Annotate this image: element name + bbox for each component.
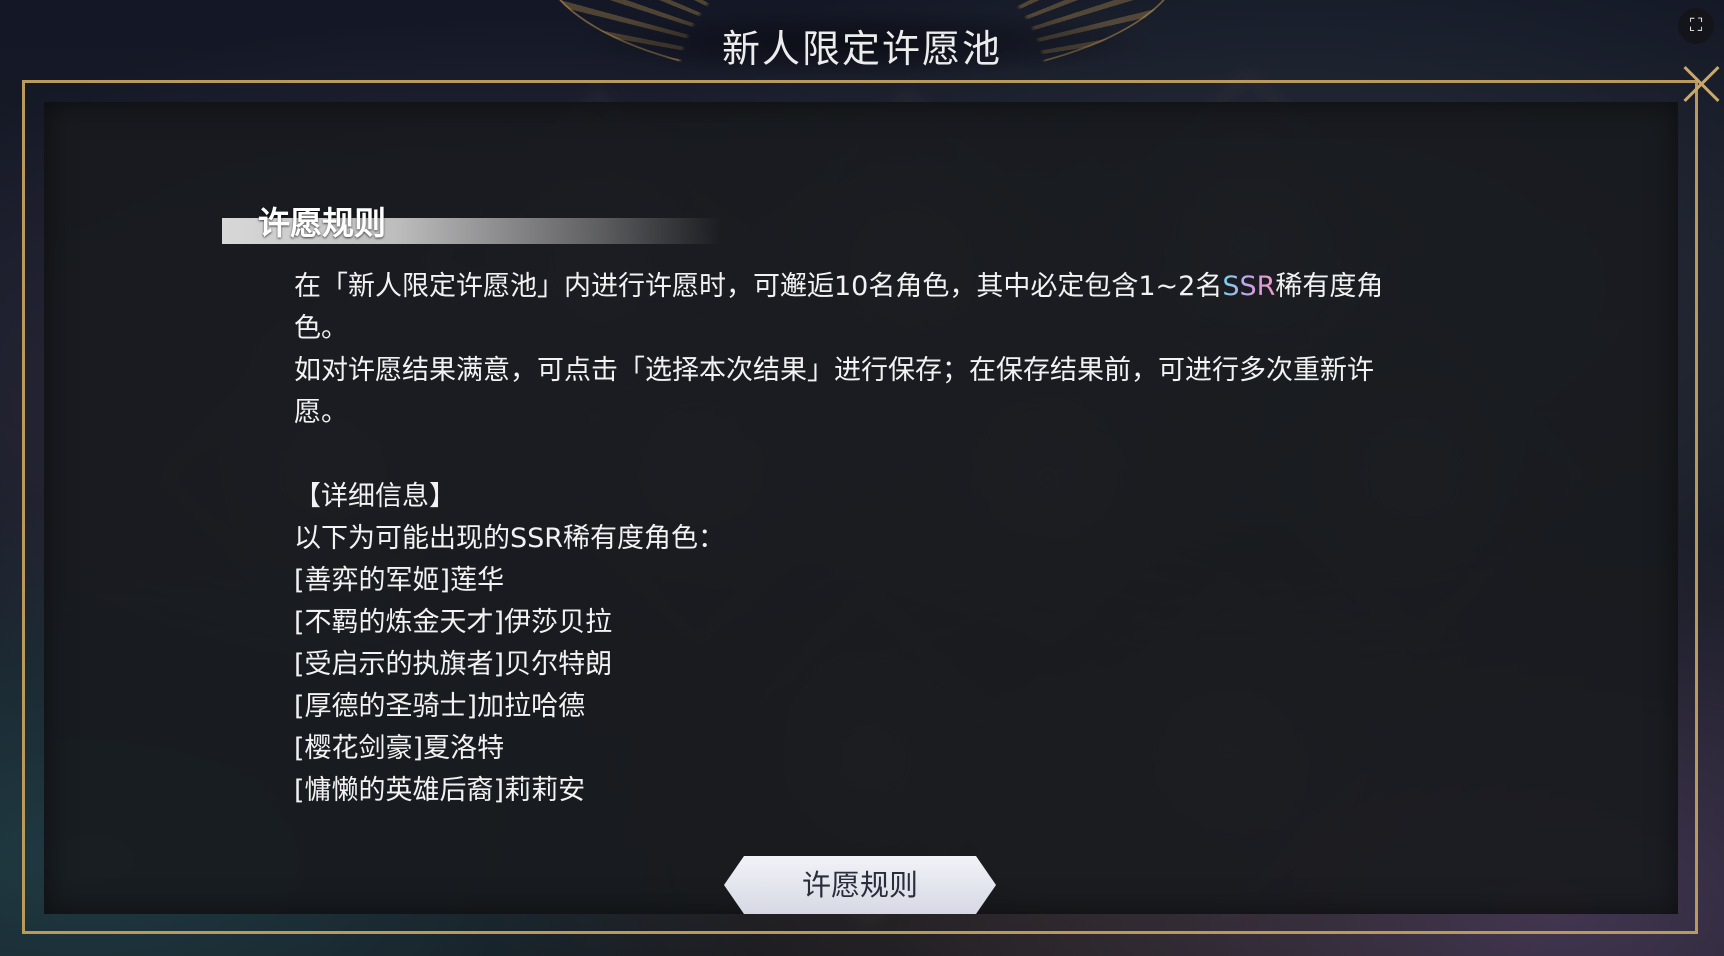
detail-intro: 以下为可能出现的SSR稀有度角色：	[294, 523, 726, 554]
rules-text: 在「新人限定许愿池」内进行许愿时，可邂逅10名角色，其中必定包含1~2名SSR稀…	[294, 266, 1404, 812]
rules-tab-button[interactable]: 许愿规则	[724, 856, 996, 914]
character-item: [慵懒的英雄后裔]莉莉安	[294, 775, 586, 806]
section-title: 许愿规则	[258, 204, 387, 242]
screenshot-button[interactable]: ⛶	[1678, 8, 1714, 44]
rules-paragraph-1-text: 在「新人限定许愿池」内进行许愿时，可邂逅10名角色，其中必定包含1~2名	[294, 271, 1223, 302]
character-item: [不羁的炼金天才]伊莎贝拉	[294, 607, 613, 638]
section-header: 许愿规则	[222, 198, 722, 246]
rules-paragraph-1: 在「新人限定许愿池」内进行许愿时，可邂逅10名角色，其中必定包含1~2名SSR稀…	[294, 266, 1404, 350]
rules-paragraph-2: 如对许愿结果满意，可点击「选择本次结果」进行保存；在保存结果前，可进行多次重新许…	[294, 355, 1374, 428]
screenshot-icon: ⛶	[1689, 15, 1703, 36]
dialog-title: 新人限定许愿池	[721, 27, 1002, 71]
character-item: [善弈的军姬]莲华	[294, 565, 505, 596]
ssr-rarity-label: SSR	[1222, 271, 1276, 302]
detail-header: 【详细信息】	[294, 481, 456, 512]
rules-tab-label: 许愿规则	[801, 868, 918, 902]
ssr-character-list: [善弈的军姬]莲华 [不羁的炼金天才]伊莎贝拉 [受启示的执旗者]贝尔特朗 [厚…	[294, 560, 1404, 812]
game-screen: 新人限定许愿池 ⛶ 许愿规则 在「新人限定许愿池」内进行许愿时，可邂逅10名角色…	[0, 0, 1724, 956]
character-item: [樱花剑豪]夏洛特	[294, 733, 505, 764]
close-button[interactable]	[1680, 60, 1724, 104]
character-item: [受启示的执旗者]贝尔特朗	[294, 649, 613, 680]
character-item: [厚德的圣骑士]加拉哈德	[294, 691, 586, 722]
